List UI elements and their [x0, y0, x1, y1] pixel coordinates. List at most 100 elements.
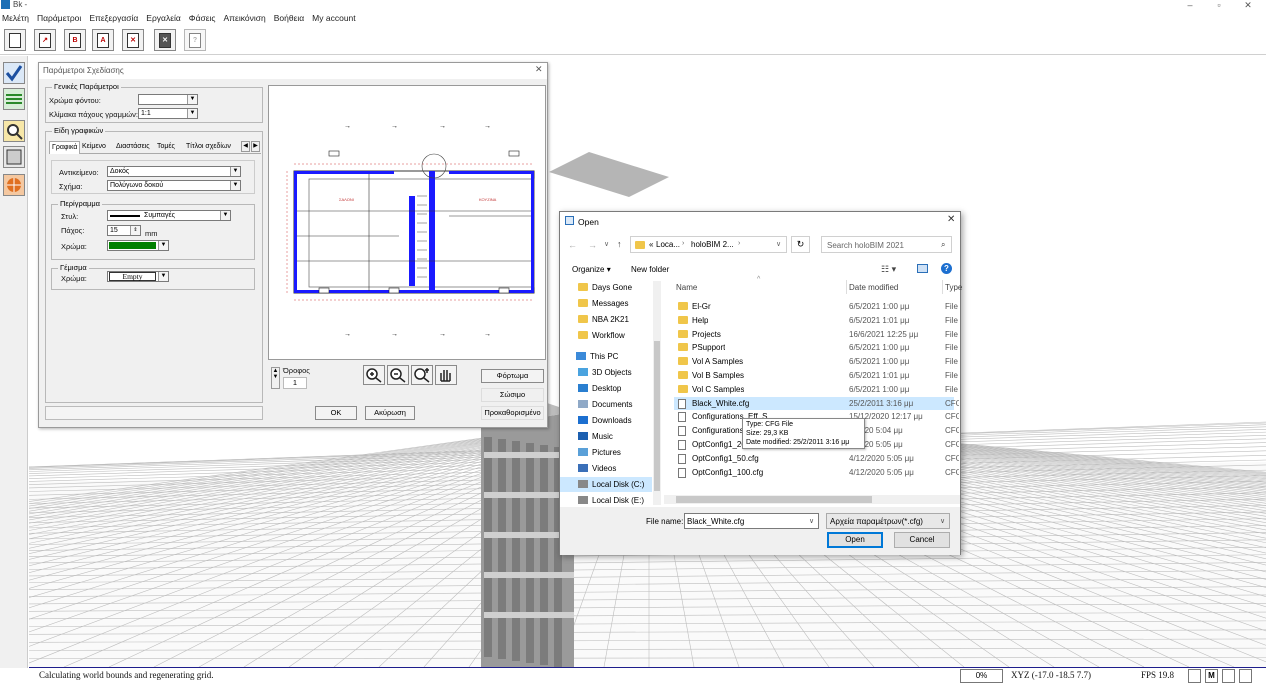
object-select[interactable]: Δοκός ▼ — [107, 166, 241, 177]
zoom-out-button[interactable] — [387, 365, 409, 385]
status-icon-2[interactable] — [1222, 669, 1235, 683]
file-row[interactable]: PSupport 6/5/2021 1:00 μμ File f — [664, 341, 959, 354]
search-input[interactable]: Search holoBIM 2021 ⌕ — [821, 236, 952, 253]
new-folder-button[interactable]: New folder — [631, 265, 669, 274]
column-header-date[interactable]: Date modified — [849, 283, 898, 292]
close-icon[interactable]: ✕ — [1241, 0, 1255, 11]
organize-button[interactable]: Organize ▾ — [572, 265, 611, 274]
file-row[interactable]: El-Gr 6/5/2021 1:00 μμ File f — [664, 300, 959, 313]
nav-item-3d-objects[interactable]: 3D Objects — [578, 365, 632, 380]
back-arrow-icon[interactable]: ← — [568, 240, 577, 250]
breadcrumb-item[interactable]: holoBIM 2... — [691, 240, 734, 249]
address-dropdown-icon[interactable]: ∨ — [776, 240, 781, 248]
menu-item-help[interactable]: Βοήθεια — [274, 13, 304, 23]
nav-item-messages[interactable]: Messages — [578, 296, 628, 311]
search-tool-button[interactable] — [3, 120, 25, 142]
file-row[interactable]: OptConfig1_50.cfg 4/12/2020 5:05 μμ CFG — [664, 452, 959, 465]
file-row[interactable]: Vol B Samples 6/5/2021 1:01 μμ File f — [664, 369, 959, 382]
maximize-icon[interactable]: ▫ — [1212, 0, 1226, 10]
h-scroll-thumb[interactable] — [676, 496, 872, 503]
globe-tool-button[interactable] — [3, 174, 25, 196]
tab-text[interactable]: Κείμενο — [82, 143, 106, 150]
nav-item-music[interactable]: Music — [578, 429, 613, 444]
nav-item-downloads[interactable]: Downloads — [578, 413, 632, 428]
nav-item-videos[interactable]: Videos — [578, 461, 616, 476]
view-options-icon[interactable]: ☷ ▾ — [881, 264, 896, 275]
zoom-in-button[interactable] — [363, 365, 385, 385]
horizontal-scrollbar[interactable] — [664, 495, 960, 504]
file-row[interactable]: Projects 16/6/2021 12:25 μμ File f — [664, 328, 959, 341]
help-question-button[interactable]: ? — [184, 29, 206, 51]
thickness-spinner[interactable]: 15 ⇕ — [107, 225, 141, 236]
open-file-button[interactable]: ↗ — [34, 29, 56, 51]
save-button[interactable]: Σώσιμο — [481, 388, 544, 402]
tab-scroll-left-icon[interactable]: ◀ — [241, 141, 250, 152]
open-button[interactable]: Open — [827, 532, 883, 548]
frame-tool-button[interactable] — [3, 146, 25, 168]
menu-item-tools[interactable]: Εργαλεία — [146, 13, 181, 23]
dialog-close-icon[interactable]: ✕ — [947, 214, 955, 225]
file-row[interactable]: Vol A Samples 6/5/2021 1:00 μμ File f — [664, 355, 959, 368]
tab-graphics[interactable]: Γραφικά — [49, 141, 81, 154]
filename-input[interactable]: Black_White.cfg ∨ — [684, 513, 819, 529]
tab-dimensions[interactable]: Διαστάσεις — [116, 143, 150, 150]
address-bar[interactable]: « Loca... › holoBIM 2... › ∨ — [630, 236, 787, 253]
menu-item-study[interactable]: Μελέτη — [2, 13, 29, 23]
status-icon-1[interactable] — [1188, 669, 1201, 683]
menu-item-view[interactable]: Απεικόνιση — [224, 13, 266, 23]
column-header-name[interactable]: Name — [676, 283, 697, 292]
nav-item-local-disk-e[interactable]: Local Disk (E:) — [578, 493, 644, 508]
ok-button[interactable]: OK — [315, 406, 357, 420]
breadcrumb-item[interactable]: Loca... — [656, 240, 680, 249]
line-scale-select[interactable]: 1:1 ▼ — [138, 108, 198, 119]
nav-item-documents[interactable]: Documents — [578, 397, 632, 412]
file-row[interactable]: OptConfig1_100.cfg 4/12/2020 5:05 μμ CFG — [664, 466, 959, 479]
nav-item-this-pc[interactable]: This PC — [576, 349, 618, 364]
help-icon[interactable]: ? — [941, 263, 952, 274]
nav-item-pictures[interactable]: Pictures — [578, 445, 621, 460]
status-indicator-m[interactable]: M — [1205, 669, 1218, 683]
file-row[interactable]: Black_White.cfg 25/2/2011 3:16 μμ CFG — [674, 396, 959, 410]
menu-item-my-account[interactable]: My account — [312, 13, 355, 23]
close-x-button[interactable]: ✕ — [154, 29, 176, 51]
bg-color-select[interactable]: ▼ — [138, 94, 198, 105]
nav-item-local-disk-c[interactable]: Local Disk (C:) — [560, 477, 652, 492]
cancel-button[interactable]: Ακύρωση — [365, 406, 415, 420]
nav-item-workflow[interactable]: Workflow — [578, 328, 625, 343]
file-row[interactable]: Help 6/5/2021 1:01 μμ File f — [664, 314, 959, 327]
status-icon-3[interactable] — [1239, 669, 1252, 683]
menu-item-parameters[interactable]: Παράμετροι — [37, 13, 81, 23]
new-file-button[interactable] — [4, 29, 26, 51]
menu-item-edit[interactable]: Επεξεργασία — [89, 13, 138, 23]
preview-pane-icon[interactable] — [917, 264, 928, 273]
up-arrow-icon[interactable]: ↑ — [617, 239, 622, 249]
tab-sections[interactable]: Τομές — [157, 143, 175, 150]
nav-item-desktop[interactable]: Desktop — [578, 381, 621, 396]
nav-scrollbar[interactable] — [653, 281, 661, 505]
delete-button[interactable]: ✕ — [122, 29, 144, 51]
floor-spinner-icon[interactable]: ▲ ▼ — [271, 367, 280, 389]
layers-tool-button[interactable] — [3, 88, 25, 110]
nav-scroll-thumb[interactable] — [654, 341, 660, 491]
file-row[interactable]: Vol C Samples 6/5/2021 1:00 μμ File f — [664, 383, 959, 396]
spinner-icon[interactable]: ⇕ — [130, 226, 140, 235]
load-button[interactable]: Φόρτωμα — [481, 369, 544, 383]
forward-arrow-icon[interactable]: → — [588, 240, 597, 250]
menu-item-phases[interactable]: Φάσεις — [189, 13, 216, 23]
nav-item-days-gone[interactable]: Days Gone — [578, 280, 632, 295]
recent-chevron-icon[interactable]: ∨ — [604, 240, 609, 248]
fill-color-select[interactable]: Empty ▼ — [107, 271, 169, 282]
refresh-icon[interactable]: ↻ — [791, 236, 810, 253]
outline-color-select[interactable]: ▼ — [107, 240, 169, 251]
column-header-type[interactable]: Type — [945, 283, 962, 292]
cancel-button[interactable]: Cancel — [894, 532, 950, 548]
shape-select[interactable]: Πολύγωνο δοκού ▼ — [107, 180, 241, 191]
default-button[interactable]: Προκαθορισμένο — [481, 406, 544, 420]
filetype-select[interactable]: Αρχεία παραμέτρων(*.cfg) ∨ — [826, 513, 950, 529]
tab-scroll-right-icon[interactable]: ▶ — [251, 141, 260, 152]
pan-button[interactable] — [435, 365, 457, 385]
bold-b-button[interactable]: B — [64, 29, 86, 51]
floor-value[interactable]: 1 — [283, 377, 307, 389]
text-a-button[interactable]: A — [92, 29, 114, 51]
nav-item-nba-2k21[interactable]: NBA 2K21 — [578, 312, 629, 327]
